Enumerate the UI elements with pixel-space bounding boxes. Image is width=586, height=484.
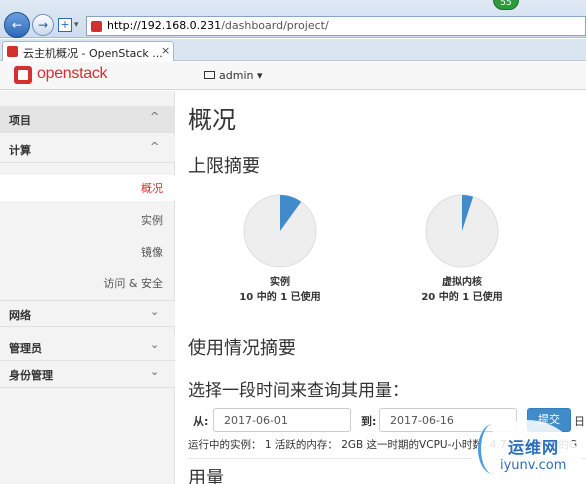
- browser-tab-bar: 云主机概况 - OpenStack ... ×: [0, 39, 586, 61]
- screen: ← → + ▾ http://192.168.0.231/dashboard/p…: [0, 0, 586, 484]
- sidebar: 项目 ^ 计算 ^ 概况 实例 镜像 访问 & 安全 网络 ⌄ 管理员 ⌄ 身份…: [0, 91, 176, 484]
- limit-detail: 10 中的 1 已使用: [239, 292, 321, 303]
- watermark-text: 运维网: [508, 438, 560, 457]
- sidebar-item-overview[interactable]: 概况: [141, 180, 163, 196]
- site-favicon-icon: [91, 21, 102, 32]
- chevron-down-icon: ⌄: [150, 338, 160, 351]
- sidebar-section-label: 计算: [9, 144, 31, 157]
- forward-icon[interactable]: →: [32, 14, 54, 36]
- chevron-down-icon[interactable]: ▾: [74, 20, 79, 30]
- sidebar-section-label: 管理员: [9, 342, 42, 355]
- notification-badge[interactable]: 55: [493, 0, 519, 10]
- from-label: 从:: [193, 415, 209, 428]
- day-label: 日: [574, 415, 585, 428]
- sidebar-section-label: 项目: [9, 114, 31, 127]
- sidebar-section-project[interactable]: 项目 ^: [0, 106, 175, 133]
- sidebar-section-label: 身份管理: [9, 369, 53, 382]
- sidebar-item-instances[interactable]: 实例: [141, 212, 163, 228]
- back-icon[interactable]: ←: [4, 12, 30, 38]
- vcpus-pie-chart: [425, 194, 499, 268]
- app-header: openstack admin ▾: [0, 62, 586, 90]
- select-period-heading: 选择一段时间来查询其用量：: [188, 381, 409, 401]
- vcpus-limit-label: 虚拟内核 20 中的 1 已使用: [392, 275, 532, 305]
- openstack-logo-icon: [14, 66, 32, 84]
- url-text: http://192.168.0.231/dashboard/project/: [107, 19, 329, 32]
- browser-address-bar: ← → + ▾ http://192.168.0.231/dashboard/p…: [0, 0, 586, 38]
- instances-pie-chart: [243, 194, 317, 268]
- close-icon[interactable]: ×: [161, 44, 170, 57]
- sidebar-section-network[interactable]: 网络 ⌄: [0, 300, 175, 327]
- usage-heading: 用量: [188, 468, 224, 484]
- sidebar-section-compute[interactable]: 计算 ^: [0, 136, 175, 163]
- limit-name: 实例: [270, 277, 290, 288]
- browser-tab[interactable]: 云主机概况 - OpenStack ... ×: [2, 41, 174, 61]
- limit-summary-heading: 上限摘要: [188, 156, 260, 177]
- instances-limit-label: 实例 10 中的 1 已使用: [210, 275, 350, 305]
- project-selector[interactable]: admin ▾: [204, 69, 262, 82]
- sidebar-section-admin[interactable]: 管理员 ⌄: [0, 334, 175, 361]
- tab-favicon-icon: [7, 46, 18, 57]
- add-favorite-icon[interactable]: +: [58, 18, 72, 32]
- sidebar-item-images[interactable]: 镜像: [141, 244, 163, 260]
- openstack-logo[interactable]: openstack: [37, 65, 108, 83]
- page-title: 概况: [188, 106, 236, 134]
- sidebar-item-access-security[interactable]: 访问 & 安全: [103, 275, 163, 291]
- to-label: 到:: [361, 415, 377, 428]
- sidebar-section-label: 网络: [9, 309, 31, 322]
- project-selector-label: admin ▾: [219, 69, 263, 82]
- sidebar-section-identity[interactable]: 身份管理 ⌄: [0, 361, 175, 388]
- project-icon: [204, 71, 215, 79]
- url-field[interactable]: http://192.168.0.231/dashboard/project/: [86, 16, 586, 36]
- tab-title: 云主机概况 - OpenStack ...: [23, 47, 163, 60]
- chevron-up-icon: ^: [150, 110, 160, 123]
- chevron-up-icon: ^: [150, 140, 160, 153]
- limit-detail: 20 中的 1 已使用: [421, 292, 503, 303]
- watermark-url: iyunv.com: [500, 458, 567, 473]
- limit-name: 虚拟内核: [442, 277, 482, 288]
- chevron-down-icon: ⌄: [150, 365, 160, 378]
- chevron-down-icon: ⌄: [150, 305, 160, 318]
- start-date-field[interactable]: [213, 408, 351, 432]
- usage-summary-heading: 使用情况摘要: [188, 338, 296, 359]
